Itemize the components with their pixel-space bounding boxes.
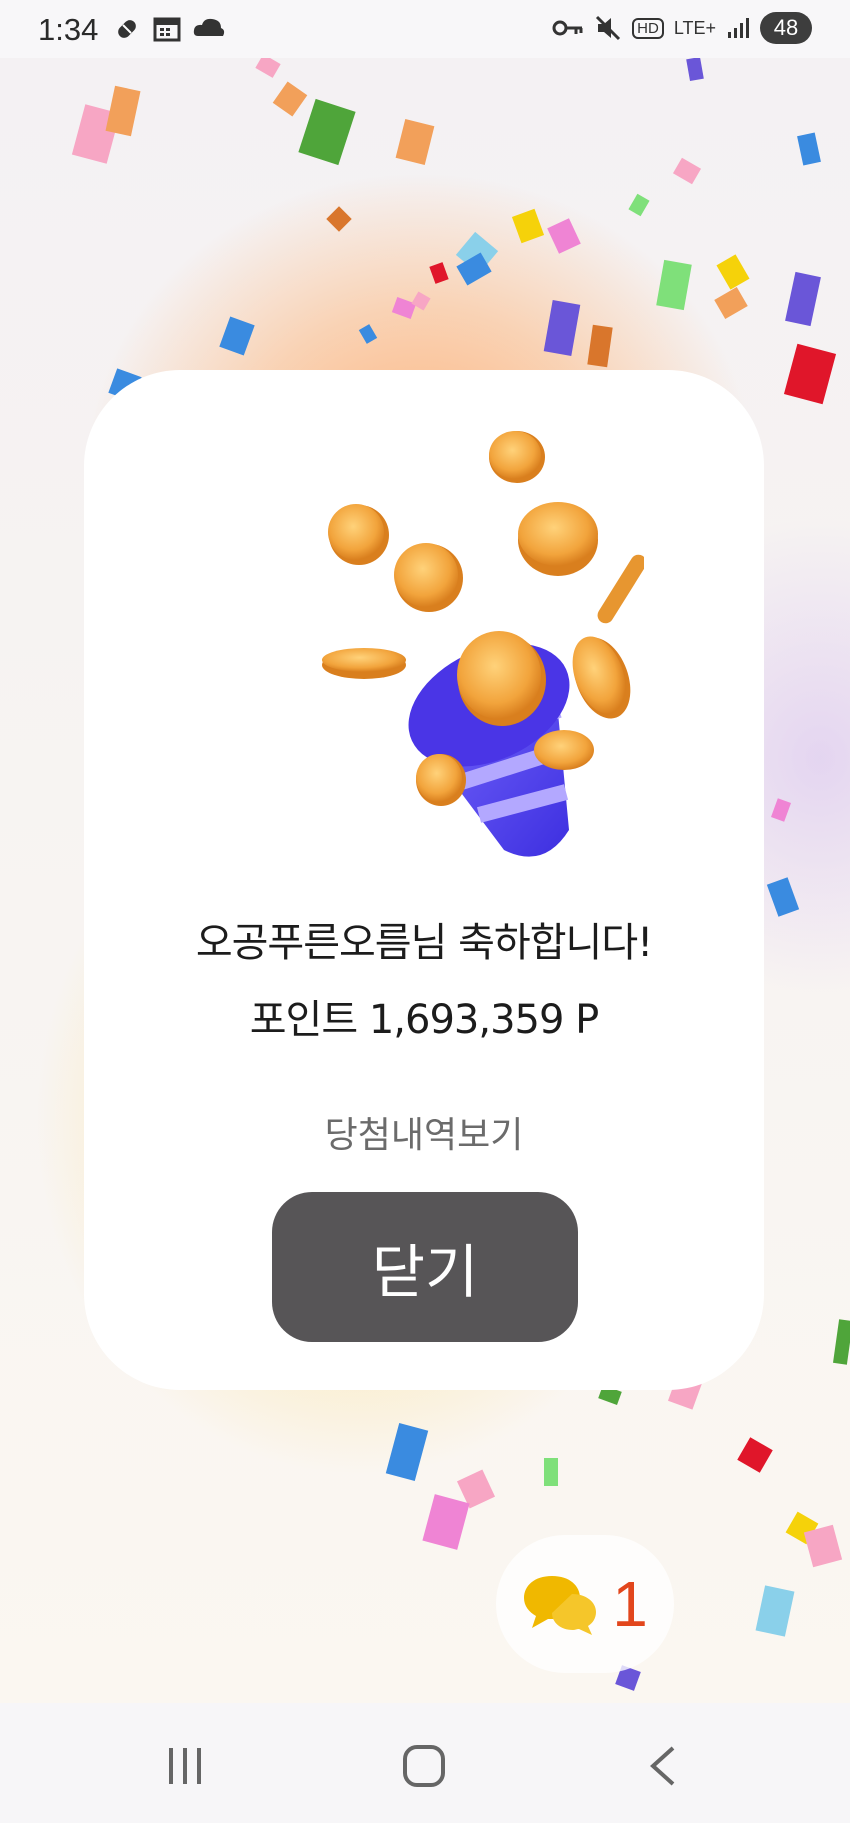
calendar-icon: [153, 17, 181, 42]
confetti-piece: [395, 118, 435, 166]
home-icon: [403, 1745, 445, 1787]
lte-icon: LTE+: [673, 17, 716, 38]
hd-voice-icon: HD: [632, 17, 664, 39]
confetti-piece: [737, 1437, 773, 1473]
cloud-app-icon: [193, 18, 225, 36]
confetti-piece: [543, 299, 581, 357]
confetti-piece: [656, 259, 692, 311]
confetti-piece: [385, 1423, 429, 1481]
chat-button[interactable]: 1: [496, 1535, 674, 1673]
winning-history-link[interactable]: 당첨내역보기: [84, 1106, 764, 1158]
points-amount: 포인트 1,693,359 P: [249, 997, 600, 1043]
close-button[interactable]: 닫기: [272, 1192, 578, 1342]
confetti-piece: [105, 85, 141, 137]
confetti-piece: [255, 58, 281, 78]
confetti-piece: [672, 157, 702, 185]
status-bar: 1:34 HD LTE+ 48: [0, 0, 850, 58]
coin-party-popper-icon: [322, 431, 644, 857]
confetti-piece: [797, 132, 821, 166]
recent-apps-icon: [169, 1748, 201, 1784]
reward-dialog: 오공푸른오름님 축하합니다! 포인트 1,693,359 P 당첨내역보기 닫기: [84, 370, 764, 1390]
confetti-piece: [429, 262, 449, 284]
confetti-piece: [783, 343, 837, 405]
confetti-piece: [326, 206, 352, 232]
confetti-piece: [587, 324, 613, 368]
chat-unread-count: 1: [612, 1568, 648, 1640]
system-nav-bar: [0, 1703, 850, 1823]
status-time: 1:34: [38, 12, 99, 47]
confetti-piece: [766, 877, 800, 917]
confetti-piece: [511, 208, 545, 244]
confetti-piece: [219, 316, 255, 356]
confetti-piece: [716, 254, 750, 290]
confetti-piece: [833, 1319, 850, 1365]
signal-icon: [728, 18, 749, 38]
confetti-piece: [714, 286, 748, 320]
confetti-piece: [803, 1524, 843, 1568]
confetti-piece: [771, 798, 791, 822]
battery-icon: 48: [760, 12, 812, 44]
pill-icon: [118, 20, 136, 38]
home-button[interactable]: [394, 1741, 454, 1791]
back-button[interactable]: [632, 1741, 692, 1791]
confetti-piece: [272, 81, 308, 117]
confetti-piece: [686, 58, 704, 82]
confetti-piece: [628, 193, 650, 217]
mute-icon: [596, 15, 621, 41]
confetti-piece: [544, 1458, 558, 1486]
confetti-piece: [755, 1585, 795, 1637]
confetti-piece: [422, 1494, 470, 1550]
vpn-key-icon: [552, 20, 583, 36]
confetti-piece: [298, 98, 356, 166]
confetti-piece: [547, 218, 581, 254]
confetti-piece: [785, 271, 821, 327]
congrats-message: 오공푸른오름님 축하합니다!: [195, 920, 653, 966]
confetti-piece: [358, 324, 378, 344]
chat-bubbles-icon: [524, 1576, 597, 1635]
recent-apps-button[interactable]: [155, 1741, 215, 1791]
back-icon: [650, 1746, 675, 1786]
